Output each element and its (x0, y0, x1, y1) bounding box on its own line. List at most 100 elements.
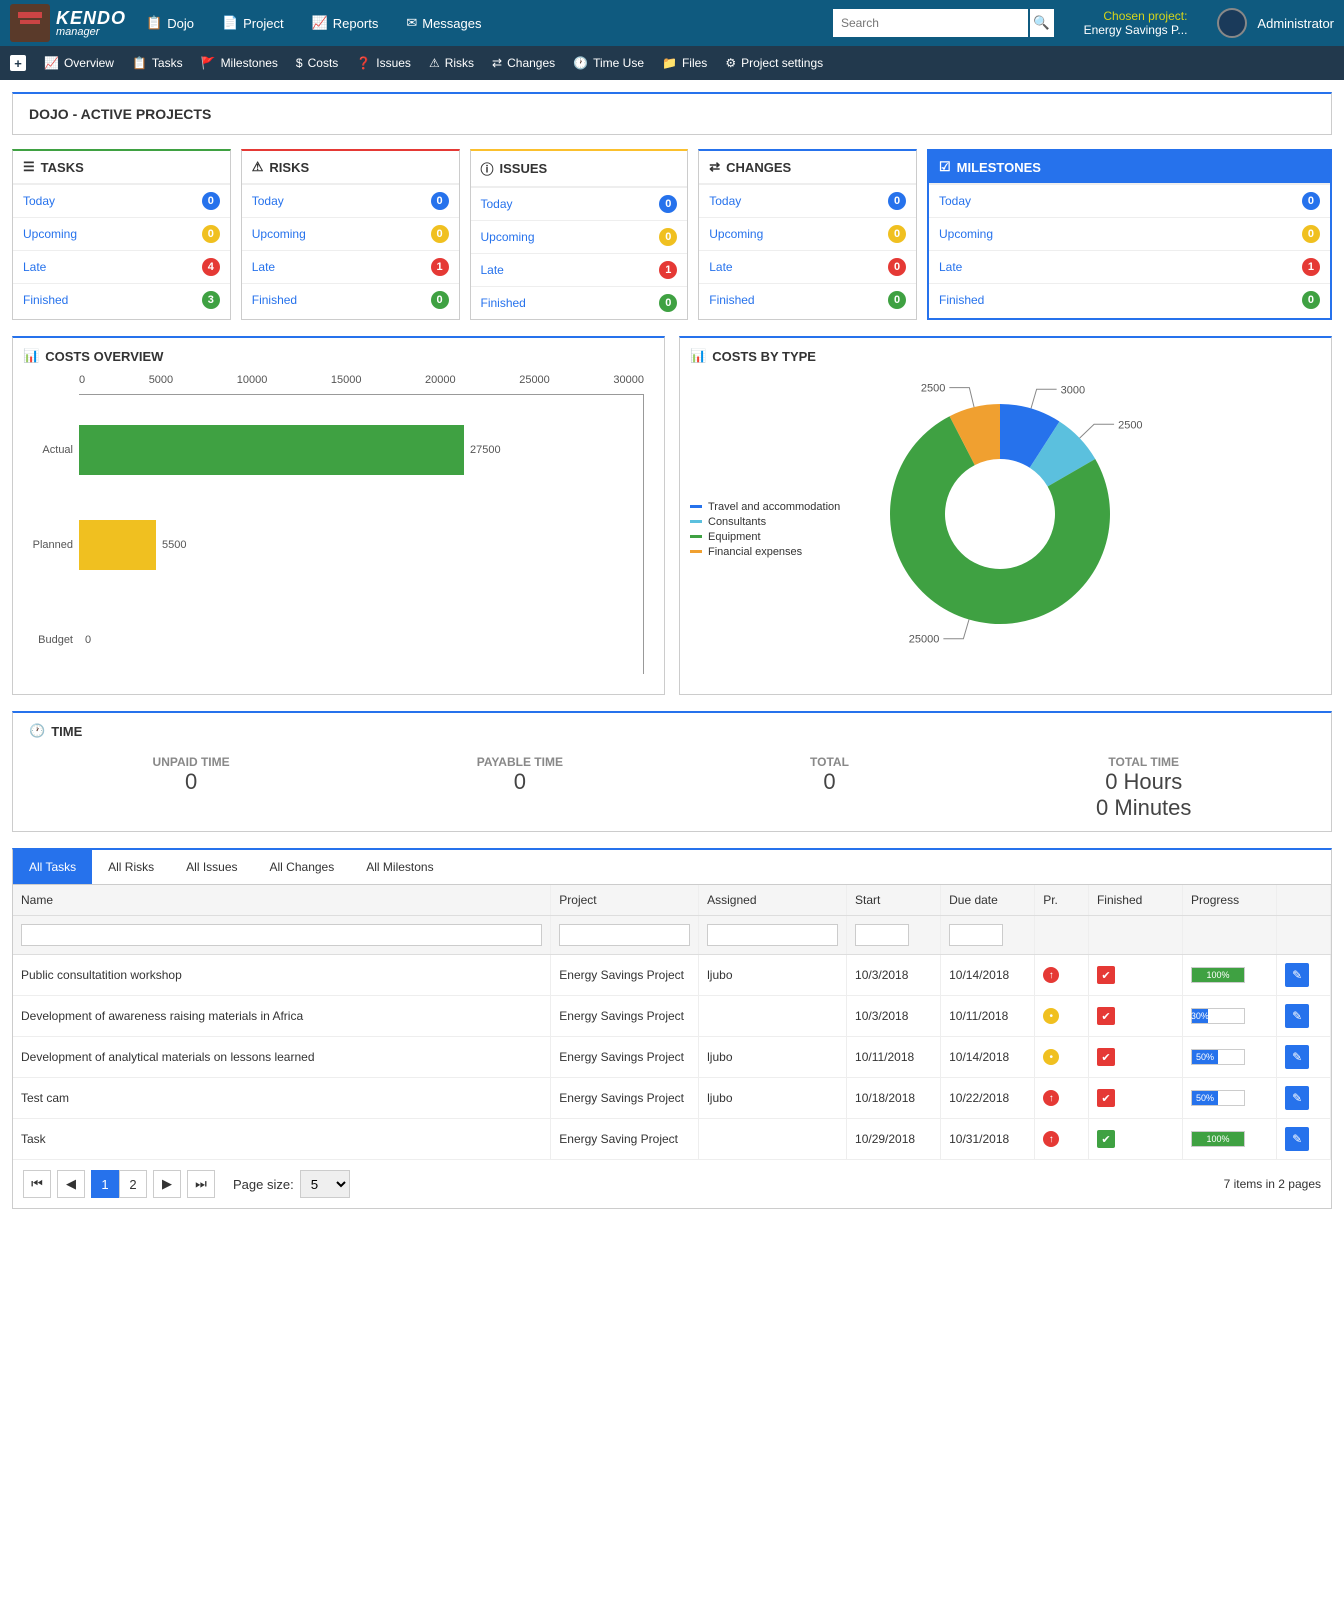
filter-input[interactable] (559, 924, 690, 946)
widget-link-upcoming[interactable]: Upcoming (709, 227, 763, 241)
tabs-bar: All TasksAll RisksAll IssuesAll ChangesA… (13, 850, 1331, 885)
widget-link-finished[interactable]: Finished (939, 293, 984, 307)
cell-project: Energy Saving Project (551, 1119, 699, 1160)
cell-name: Test cam (13, 1078, 551, 1119)
col-due-date[interactable]: Due date (941, 885, 1035, 916)
pager-last[interactable]: ⏭ (187, 1170, 215, 1198)
tab-all-issues[interactable]: All Issues (170, 850, 253, 884)
widget-link-upcoming[interactable]: Upcoming (481, 230, 535, 244)
widget-link-late[interactable]: Late (939, 260, 962, 274)
subnav-files[interactable]: 📁Files (662, 56, 707, 70)
tab-all-milestons[interactable]: All Milestons (350, 850, 449, 884)
pager-next[interactable]: ▶ (153, 1170, 181, 1198)
subnav-overview[interactable]: 📈Overview (44, 56, 114, 70)
edit-button[interactable]: ✎ (1285, 1127, 1309, 1151)
widget-row: Finished0 (929, 283, 1330, 316)
topnav-reports[interactable]: 📈Reports (312, 15, 379, 31)
count-badge: 1 (431, 258, 449, 276)
widget-row: Upcoming 0 (929, 217, 1330, 250)
widget-link-upcoming[interactable]: Upcoming (939, 227, 993, 241)
widget-link-late[interactable]: Late (252, 260, 275, 274)
edit-button[interactable]: ✎ (1285, 1086, 1309, 1110)
time-stat: TOTAL0 (810, 755, 849, 821)
page-size-select[interactable]: 5 (300, 1170, 350, 1198)
filter-input[interactable] (21, 924, 542, 946)
search-button[interactable]: 🔍 (1030, 9, 1054, 37)
pager-page-2[interactable]: 2 (119, 1170, 147, 1198)
legend-item: Travel and accommodation (690, 501, 840, 513)
svg-text:2500: 2500 (1118, 419, 1142, 431)
subnav-milestones[interactable]: 🚩Milestones (201, 56, 278, 70)
col-assigned[interactable]: Assigned (699, 885, 847, 916)
user-menu[interactable]: Administrator (1217, 8, 1334, 38)
widget-head: ⇄CHANGES (699, 151, 916, 184)
cell-assigned (699, 996, 847, 1037)
topnav-messages[interactable]: ✉Messages (406, 15, 481, 31)
cell-assigned: ljubo (699, 1037, 847, 1078)
col-actions[interactable] (1277, 885, 1331, 916)
widget-link-today[interactable]: Today (23, 194, 55, 208)
edit-button[interactable]: ✎ (1285, 963, 1309, 987)
topnav-dojo[interactable]: 📋Dojo (146, 15, 194, 31)
chosen-project[interactable]: Chosen project: Energy Savings P... (1084, 9, 1188, 37)
col-start[interactable]: Start (847, 885, 941, 916)
widget-link-late[interactable]: Late (23, 260, 46, 274)
clock-icon: 🕐 (29, 723, 45, 739)
widget-link-today[interactable]: Today (709, 194, 741, 208)
pager-first[interactable]: ⏮ (23, 1170, 51, 1198)
subnav-tasks[interactable]: 📋Tasks (132, 56, 183, 70)
subnav-issues[interactable]: ❓Issues (356, 56, 411, 70)
col-pr-[interactable]: Pr. (1035, 885, 1089, 916)
cell-priority: • (1035, 996, 1089, 1037)
widget-row: Upcoming0 (242, 217, 459, 250)
widget-link-upcoming[interactable]: Upcoming (23, 227, 77, 241)
pager-page-1[interactable]: 1 (91, 1170, 119, 1198)
col-progress[interactable]: Progress (1183, 885, 1277, 916)
col-finished[interactable]: Finished (1088, 885, 1182, 916)
widget-link-late[interactable]: Late (709, 260, 732, 274)
donut-wrap: Travel and accommodationConsultantsEquip… (690, 374, 1321, 684)
cell-progress: 100% (1183, 955, 1277, 996)
filter-input[interactable] (949, 924, 1003, 946)
cell-progress: 100% (1183, 1119, 1277, 1160)
logo[interactable]: KENDO manager (10, 4, 126, 42)
col-name[interactable]: Name (13, 885, 551, 916)
widget-link-upcoming[interactable]: Upcoming (252, 227, 306, 241)
widget-issues: ⓘISSUESToday0Upcoming0Late1Finished0 (470, 149, 689, 320)
count-badge: 0 (1302, 225, 1320, 243)
tab-all-tasks[interactable]: All Tasks (13, 850, 92, 884)
edit-button[interactable]: ✎ (1285, 1004, 1309, 1028)
subnav-risks[interactable]: ⚠Risks (429, 56, 474, 70)
nav-icon: ⚙ (725, 56, 736, 70)
subnav-changes[interactable]: ⇄Changes (492, 56, 555, 70)
widget-link-finished[interactable]: Finished (481, 296, 526, 310)
cell-finished: ✔ (1088, 1078, 1182, 1119)
search-input[interactable] (833, 9, 1028, 37)
col-project[interactable]: Project (551, 885, 699, 916)
charts-row: 📊 COSTS OVERVIEW 05000100001500020000250… (12, 336, 1332, 695)
widget-link-today[interactable]: Today (481, 197, 513, 211)
nav-icon: ❓ (356, 56, 371, 70)
filter-input[interactable] (855, 924, 909, 946)
table-row: Test camEnergy Savings Projectljubo10/18… (13, 1078, 1331, 1119)
widget-link-late[interactable]: Late (481, 263, 504, 277)
widget-link-today[interactable]: Today (939, 194, 971, 208)
add-button[interactable]: + (10, 55, 26, 71)
tab-all-changes[interactable]: All Changes (254, 850, 351, 884)
topnav-project[interactable]: 📄Project (222, 15, 284, 31)
widget-link-today[interactable]: Today (252, 194, 284, 208)
tab-all-risks[interactable]: All Risks (92, 850, 170, 884)
subnav-costs[interactable]: $Costs (296, 56, 338, 70)
subnav-project-settings[interactable]: ⚙Project settings (725, 56, 823, 70)
widget-link-finished[interactable]: Finished (709, 293, 754, 307)
pager-prev[interactable]: ◀ (57, 1170, 85, 1198)
filter-input[interactable] (707, 924, 838, 946)
count-badge: 0 (1302, 192, 1320, 210)
widget-link-finished[interactable]: Finished (23, 293, 68, 307)
widget-link-finished[interactable]: Finished (252, 293, 297, 307)
cell-finished: ✔ (1088, 955, 1182, 996)
edit-button[interactable]: ✎ (1285, 1045, 1309, 1069)
subnav-time-use[interactable]: 🕐Time Use (573, 56, 644, 70)
widget-row: Upcoming0 (699, 217, 916, 250)
priority-icon: ↑ (1043, 967, 1059, 983)
